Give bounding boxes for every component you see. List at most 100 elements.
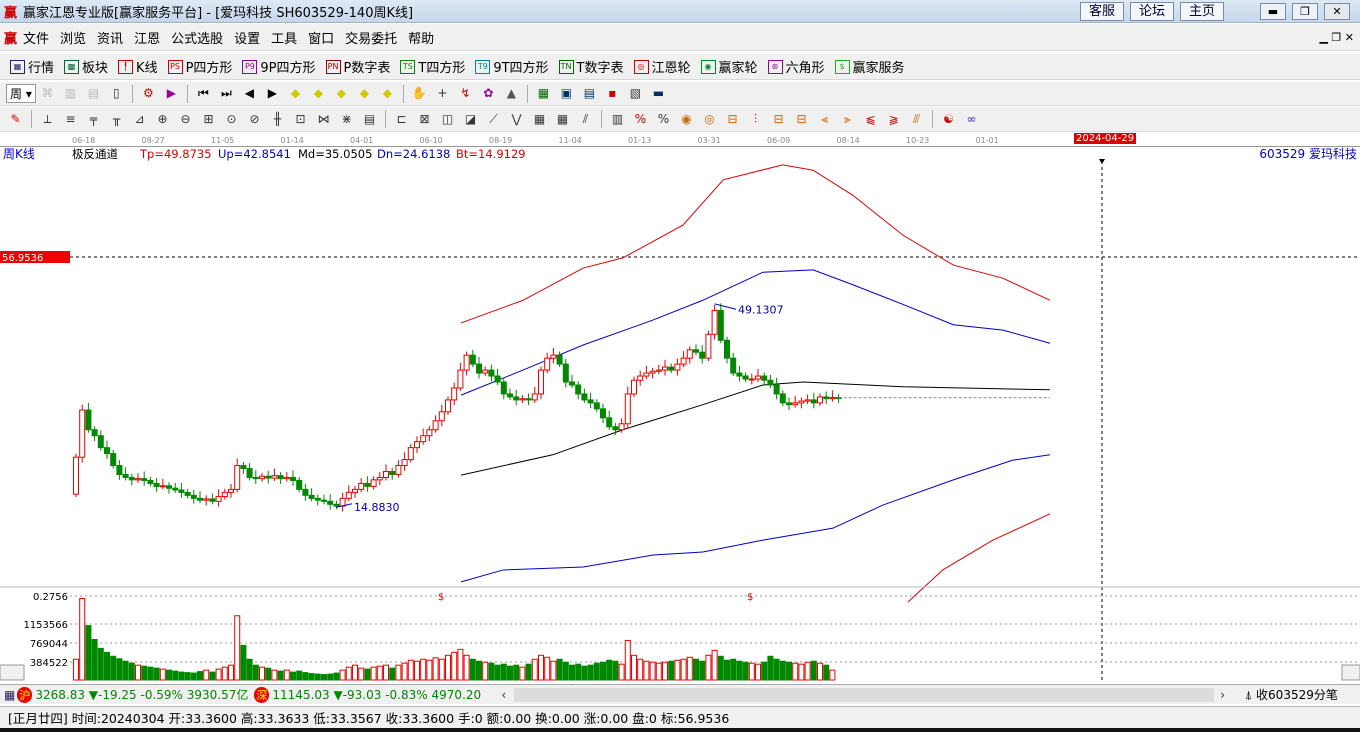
yinyang-icon[interactable]: ☯ xyxy=(940,111,957,128)
triangle-icon[interactable]: ▲ xyxy=(503,85,520,102)
parallel-icon[interactable]: ⫽ xyxy=(577,111,594,128)
toolbar-item[interactable]: PN P数字表 xyxy=(325,57,390,76)
sz-index[interactable]: 11145.03 ▼-93.03 -0.83% 4970.20 xyxy=(272,688,487,702)
circle4-icon[interactable]: ◎ xyxy=(701,111,718,128)
notes-icon[interactable]: ▤ xyxy=(581,85,598,102)
sq3-icon[interactable]: ⊟ xyxy=(724,111,741,128)
fan2-icon[interactable]: ⫷ xyxy=(816,111,833,128)
last-icon[interactable]: ⏭ xyxy=(218,85,235,102)
close-button[interactable]: ✕ xyxy=(1324,3,1350,20)
toolbar-item[interactable]: ▦ 行情 xyxy=(10,57,54,76)
scroll-up-button[interactable] xyxy=(1341,664,1360,681)
circle1-icon[interactable]: ⊕ xyxy=(154,111,171,128)
sq5-icon[interactable]: ⊟ xyxy=(793,111,810,128)
toolbar-item[interactable]: T9 9T四方形 xyxy=(475,57,549,76)
square-icon[interactable]: ⊡ xyxy=(292,111,309,128)
angle-icon[interactable]: ⊘ xyxy=(246,111,263,128)
dots-icon[interactable]: ⫶ xyxy=(747,111,764,128)
pct1-icon[interactable]: % xyxy=(632,111,649,128)
diamond4-icon[interactable]: ◆ xyxy=(356,85,373,102)
toolbar-item[interactable]: ◉ 赢家轮 xyxy=(700,57,758,76)
box2-icon[interactable]: ◫ xyxy=(439,111,456,128)
bow-icon[interactable]: ⋈ xyxy=(315,111,332,128)
diamond3-icon[interactable]: ◆ xyxy=(333,85,350,102)
menu-info[interactable]: 资讯 xyxy=(97,28,123,47)
vee-icon[interactable]: ⋁ xyxy=(508,111,525,128)
toolbar-item[interactable]: ▩ 板块 xyxy=(64,57,108,76)
scroll-right-button[interactable]: › xyxy=(1220,688,1225,702)
line2-icon[interactable]: ≡ xyxy=(62,111,79,128)
lines-icon[interactable]: ▤ xyxy=(361,111,378,128)
grid2-icon[interactable]: ⊞ xyxy=(200,111,217,128)
toolbar-item[interactable]: P9 9P四方形 xyxy=(242,57,316,76)
kline-chart[interactable]: 周K线 极反通道 Tp=49.8735 Up=42.8541 Md=35.0505 Dn=… xyxy=(0,147,1360,683)
rect-icon[interactable]: ⊏ xyxy=(393,111,410,128)
save-icon[interactable]: ▪ xyxy=(604,85,621,102)
infinity-icon[interactable]: ∞ xyxy=(963,111,980,128)
toolbar-item[interactable]: ◎ 江恩轮 xyxy=(633,57,691,76)
sh-index[interactable]: 3268.83 ▼-19.25 -0.59% 3930.57亿 xyxy=(35,686,248,703)
candle-icon[interactable]: ▯ xyxy=(108,85,125,102)
cross-icon[interactable]: ╫ xyxy=(269,111,286,128)
settings-icon[interactable]: ⚙ xyxy=(140,85,157,102)
circle3-icon[interactable]: ◉ xyxy=(678,111,695,128)
grid-icon[interactable]: ⌘ xyxy=(39,85,56,102)
pct2-icon[interactable]: % xyxy=(655,111,672,128)
scroll-up-button-left[interactable] xyxy=(0,664,25,681)
menu-gann[interactable]: 江恩 xyxy=(134,28,160,47)
circle2-icon[interactable]: ⊖ xyxy=(177,111,194,128)
index-table-icon[interactable]: ▦ xyxy=(4,688,15,702)
fan-icon[interactable]: ⊿ xyxy=(131,111,148,128)
sq4-icon[interactable]: ⊟ xyxy=(770,111,787,128)
print-icon[interactable]: ▧ xyxy=(627,85,644,102)
box-icon[interactable]: ⊠ xyxy=(416,111,433,128)
pen-icon[interactable]: ✎ xyxy=(7,111,24,128)
hand-icon[interactable]: ✋ xyxy=(411,85,428,102)
toolbar-item[interactable]: ╿ K线 xyxy=(118,57,158,76)
menu-formula[interactable]: 公式选股 xyxy=(171,28,223,47)
mdi-controls[interactable]: ▁ ❐ ✕ xyxy=(1319,31,1354,44)
first-icon[interactable]: ⏮ xyxy=(195,85,212,102)
zigzag-icon[interactable]: ↯ xyxy=(457,85,474,102)
fan6-icon[interactable]: ⫻ xyxy=(908,111,925,128)
toolbar-item[interactable]: $ 赢家服务 xyxy=(834,57,905,76)
calendar-icon[interactable]: ▦ xyxy=(535,85,552,102)
period-select[interactable]: 周 ▾ xyxy=(6,84,36,103)
table2-icon[interactable]: ▦ xyxy=(554,111,571,128)
home-link[interactable]: 主页 xyxy=(1180,2,1225,21)
diamond2-icon[interactable]: ◆ xyxy=(310,85,327,102)
restore-button[interactable]: ❐ xyxy=(1292,3,1318,20)
toolbar-item[interactable]: ⊛ 六角形 xyxy=(767,57,825,76)
line3-icon[interactable]: ╤ xyxy=(85,111,102,128)
box3-icon[interactable]: ◪ xyxy=(462,111,479,128)
diamond5-icon[interactable]: ◆ xyxy=(379,85,396,102)
flag-icon[interactable]: ▶ xyxy=(163,85,180,102)
next-icon[interactable]: ▶ xyxy=(264,85,281,102)
diamond1-icon[interactable]: ◆ xyxy=(287,85,304,102)
line1-icon[interactable]: ⟂ xyxy=(39,111,56,128)
horizontal-scrollbar[interactable] xyxy=(514,687,1215,702)
crosshair-icon[interactable]: + xyxy=(434,85,451,102)
spiral-icon[interactable]: ⊙ xyxy=(223,111,240,128)
fan3-icon[interactable]: ⫸ xyxy=(839,111,856,128)
bars-icon[interactable]: ▥ xyxy=(62,85,79,102)
tick-detail[interactable]: ⍋ 收603529分笔 xyxy=(1245,686,1338,703)
menu-window[interactable]: 窗口 xyxy=(308,28,334,47)
toolbar-item[interactable]: TN T数字表 xyxy=(558,57,624,76)
fan4-icon[interactable]: ⫹ xyxy=(862,111,879,128)
menu-browse[interactable]: 浏览 xyxy=(60,28,86,47)
scroll-left-button[interactable]: ‹ xyxy=(501,688,506,702)
fan5-icon[interactable]: ⫺ xyxy=(885,111,902,128)
toolbar-item[interactable]: TS T四方形 xyxy=(400,57,465,76)
menu-trade[interactable]: 交易委托 xyxy=(345,28,397,47)
menu-tools[interactable]: 工具 xyxy=(271,28,297,47)
table-icon[interactable]: ▦ xyxy=(531,111,548,128)
star-icon[interactable]: ⋇ xyxy=(338,111,355,128)
menu-settings[interactable]: 设置 xyxy=(234,28,260,47)
line4-icon[interactable]: ╥ xyxy=(108,111,125,128)
bars2-icon[interactable]: ▤ xyxy=(85,85,102,102)
calculator-icon[interactable]: ▣ xyxy=(558,85,575,102)
ray-icon[interactable]: ⟋ xyxy=(485,111,502,128)
toolbar-item[interactable]: PS P四方形 xyxy=(167,57,232,76)
menu-help[interactable]: 帮助 xyxy=(408,28,434,47)
